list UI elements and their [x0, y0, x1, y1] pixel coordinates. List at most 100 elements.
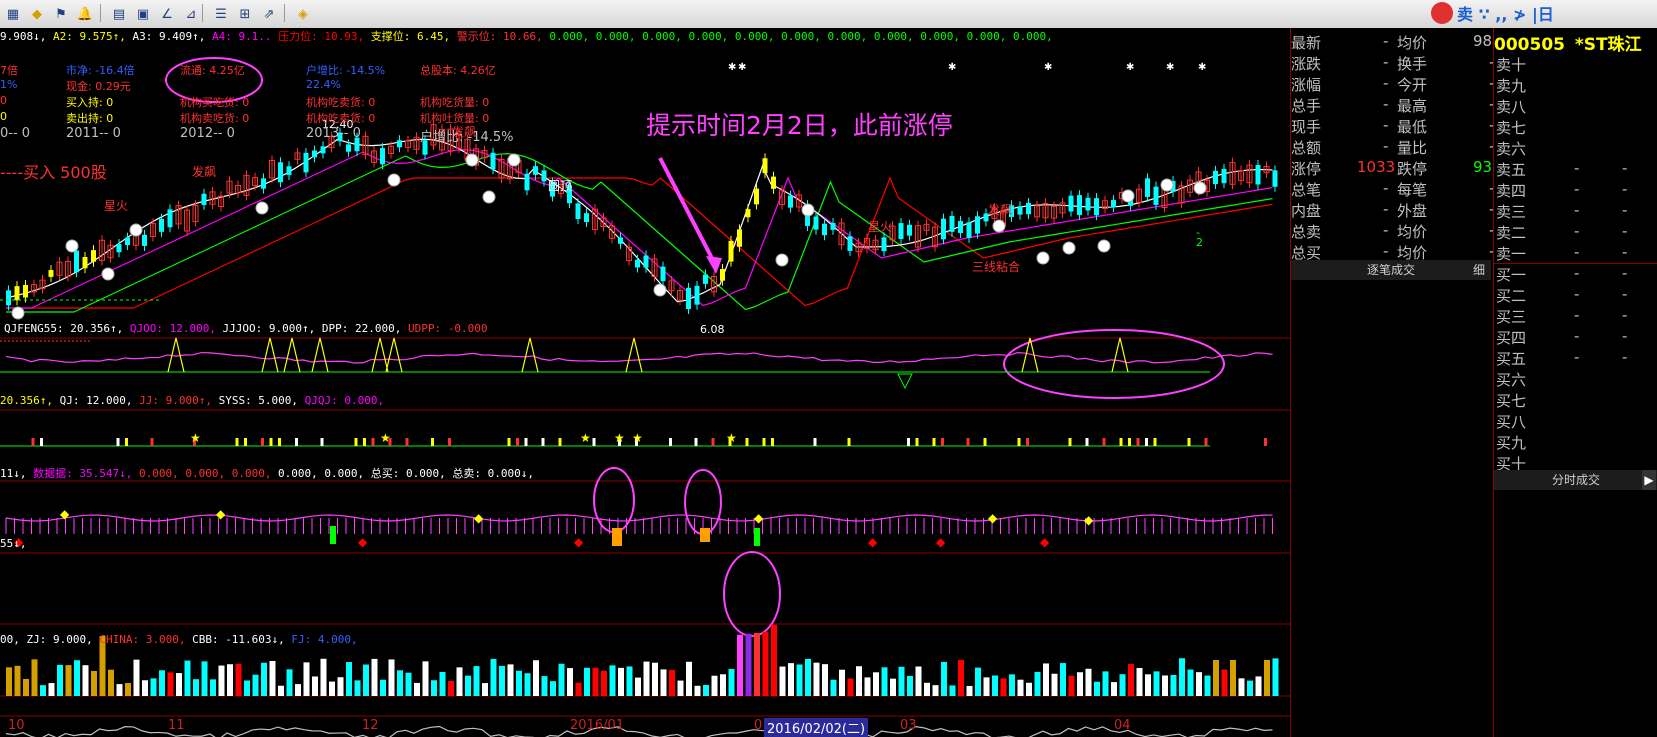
- order-level-label: 卖九: [1496, 77, 1527, 95]
- data-wave-line: [5, 514, 1273, 522]
- ask-row[interactable]: 卖五 - -: [1494, 159, 1657, 180]
- qjfeng-spike: [371, 337, 389, 373]
- volume-bar: [312, 676, 318, 696]
- indicator-icon[interactable]: ◈: [292, 3, 314, 25]
- order-level-label: 卖四: [1496, 182, 1527, 200]
- bid-row[interactable]: 买六: [1494, 369, 1657, 390]
- bid-row[interactable]: 买九: [1494, 432, 1657, 453]
- ask-row[interactable]: 卖六: [1494, 138, 1657, 159]
- volume-bar: [864, 677, 871, 696]
- qj-bar: [31, 438, 35, 446]
- bell-icon[interactable]: 🔔: [74, 3, 96, 25]
- bid-row[interactable]: 买二 - -: [1494, 285, 1657, 306]
- volume-bar: [966, 685, 973, 696]
- image-icon[interactable]: ▣: [132, 3, 154, 25]
- diamond-icon: ◆: [474, 511, 484, 525]
- qj-bar: [1068, 438, 1072, 446]
- volume-bar: [737, 634, 743, 696]
- volume-bar: [380, 679, 386, 696]
- volume-bar: [516, 670, 522, 696]
- volume-bar: [694, 685, 701, 696]
- tick-detail-button[interactable]: 细: [1473, 260, 1485, 280]
- tick-trades-title[interactable]: 逐笔成交 细: [1291, 260, 1491, 280]
- ask-row[interactable]: 卖十: [1494, 54, 1657, 75]
- volume-bar: [924, 682, 930, 696]
- bid-row[interactable]: 买四 - -: [1494, 327, 1657, 348]
- info-field: 0-- 0: [0, 126, 31, 141]
- indicator-value: QJFENG55: 20.356↑,: [4, 322, 124, 335]
- bid-row[interactable]: 买三 - -: [1494, 306, 1657, 327]
- volume-bar: [133, 659, 140, 696]
- minute-trades-expand-icon[interactable]: ▶: [1642, 470, 1656, 490]
- volume-bar: [541, 676, 548, 696]
- volume-bar: [550, 681, 556, 696]
- volume-bar: [1102, 671, 1109, 696]
- candle-body: [1026, 202, 1031, 215]
- draw-line-icon[interactable]: ∠: [156, 3, 178, 25]
- volume-bar: [524, 673, 531, 696]
- qj-bar: [762, 438, 766, 446]
- chart-type-icon[interactable]: ▤: [108, 3, 130, 25]
- ask-row[interactable]: 卖七: [1494, 117, 1657, 138]
- ask-row[interactable]: 卖三 - -: [1494, 201, 1657, 222]
- list-icon[interactable]: ☰: [210, 3, 232, 25]
- order-volume: -: [1622, 306, 1628, 324]
- ask-row[interactable]: 卖四 - -: [1494, 180, 1657, 201]
- info-field: 户增比: -14.5%: [306, 64, 386, 77]
- star-icon: ★: [726, 431, 737, 445]
- draw-angle-icon[interactable]: ⊿: [180, 3, 202, 25]
- order-volume: -: [1622, 159, 1628, 177]
- volume-bar: [949, 685, 956, 696]
- ask-row[interactable]: 卖一 - -: [1494, 243, 1657, 264]
- ask-row[interactable]: 卖二 - -: [1494, 222, 1657, 243]
- bid-row[interactable]: 买八: [1494, 411, 1657, 432]
- order-level-label: 卖二: [1496, 224, 1527, 242]
- volume-bar: [1170, 674, 1177, 696]
- tip-arrow: [658, 157, 718, 267]
- info-field: 现金: 0.29元: [66, 80, 131, 93]
- order-level-label: 买七: [1496, 392, 1527, 410]
- volume-bar: [31, 659, 38, 696]
- toolbar: ▦ ◆ ⚑ 🔔 ▤ ▣ ∠ ⊿ ☰ ⊞ ⇗ ◈ 卖 ∵ ,, ≯ |日: [0, 0, 1657, 29]
- top-star-marker: ✱: [1166, 62, 1174, 73]
- volume-bar: [788, 663, 794, 696]
- candle-body: [541, 170, 547, 182]
- diamond-icon: ◆: [60, 507, 70, 521]
- volume-bar: [584, 667, 590, 696]
- minute-trades-title[interactable]: 分时成交 ▶: [1494, 470, 1657, 490]
- quote-row: 总笔 - 每笔 -: [1291, 179, 1494, 200]
- star-icon: ★: [614, 431, 625, 445]
- qj-bar: [592, 438, 596, 446]
- quote-row: 涨停 1033 跌停 935: [1291, 158, 1502, 179]
- qjfeng-spike: [521, 337, 539, 373]
- plus-icon[interactable]: ⊞: [234, 3, 256, 25]
- bid-row[interactable]: 买一 - -: [1494, 264, 1657, 285]
- ask-row[interactable]: 卖九: [1494, 75, 1657, 96]
- grid-icon[interactable]: ▦: [2, 3, 24, 25]
- volume-bar: [711, 675, 718, 696]
- volume-bar: [1213, 660, 1219, 696]
- kline-chart-area[interactable]: 星火 发飙 12.40 圆顶 星火 三线粘合 发飙 6.08 发飙 ✱ ✱ ✱ ✱ ✱ ✱ ✱ ★ ★ ★ ★ ★ ★ ◆ ◆…: [0, 28, 1290, 737]
- bid-row[interactable]: 买五 - -: [1494, 348, 1657, 369]
- qj-bar: [558, 438, 562, 446]
- stock-info-icon[interactable]: ⚑: [50, 3, 72, 25]
- volume-bar: [1204, 675, 1211, 696]
- candle-body: [694, 285, 700, 305]
- highlight-bar: [612, 528, 622, 546]
- volume-bar: [626, 666, 633, 696]
- volume-bar: [1272, 658, 1279, 696]
- diamond-icon[interactable]: ◆: [26, 3, 48, 25]
- date-marker: 0: [754, 718, 763, 733]
- volume-bar: [295, 684, 301, 696]
- ask-row[interactable]: 卖八: [1494, 96, 1657, 117]
- export-icon[interactable]: ⇗: [258, 3, 280, 25]
- qj-bar: [235, 438, 239, 446]
- smiley-marker-icon: [992, 219, 1006, 233]
- volume-bar: [286, 669, 293, 696]
- order-price: -: [1574, 243, 1580, 261]
- bid-row[interactable]: 买七: [1494, 390, 1657, 411]
- quote-value: -: [1383, 200, 1389, 218]
- order-level-label: 卖七: [1496, 119, 1527, 137]
- qj-bar: [516, 438, 519, 446]
- indicator-value: 警示位: 10.66,: [450, 30, 543, 43]
